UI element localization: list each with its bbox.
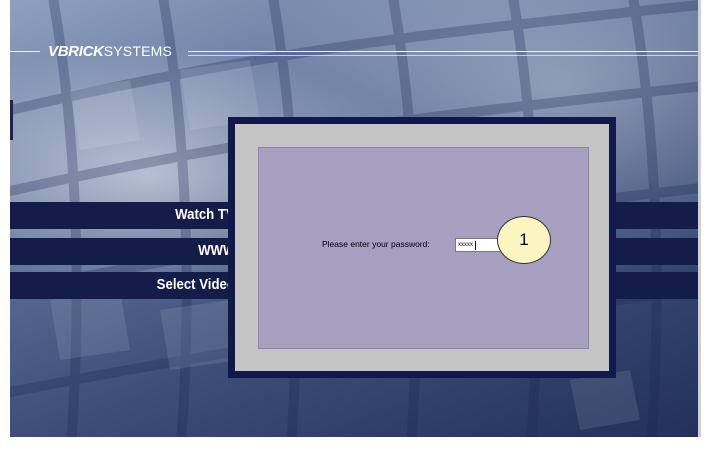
nav-item-select-video[interactable]: Select Video xyxy=(157,276,235,293)
password-prompt-label: Please enter your password: xyxy=(322,239,430,249)
password-input[interactable] xyxy=(455,238,502,252)
header-rule xyxy=(188,51,698,52)
nav-item-watch-tv[interactable]: Watch TV xyxy=(175,206,235,223)
brand-name-light: SYSTEMS xyxy=(103,43,173,59)
text-caret xyxy=(475,241,476,250)
vbrick-logo: VBRICKSYSTEMS xyxy=(48,43,172,60)
left-edge-bar xyxy=(10,100,13,140)
annotation-callout-1: 1 xyxy=(497,216,551,264)
brand-name-bold: VBRICK xyxy=(48,43,104,60)
header-rule xyxy=(188,55,698,56)
header-rule xyxy=(10,51,40,52)
window-edge xyxy=(698,0,701,437)
callout-number: 1 xyxy=(519,230,529,249)
